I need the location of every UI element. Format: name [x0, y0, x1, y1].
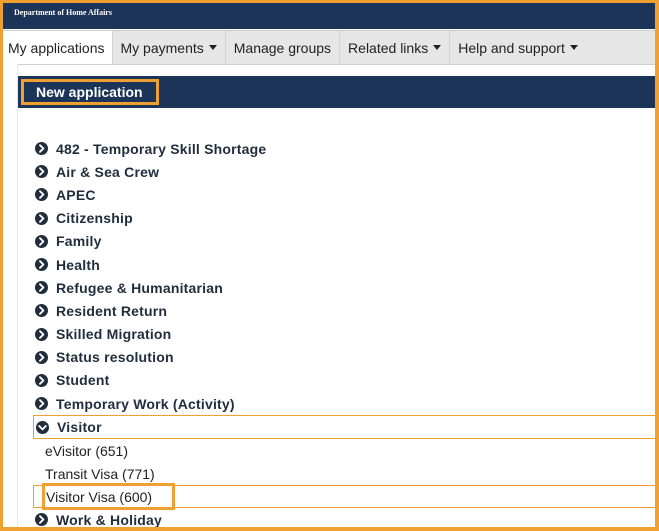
nav-manage-groups[interactable]: Manage groups [226, 31, 341, 64]
category-health[interactable]: Health [33, 253, 655, 276]
visitor-option-transit-visa-771[interactable]: Transit Visa (771) [33, 462, 655, 485]
left-gutter [3, 64, 18, 527]
chevron-right-circle-icon [35, 281, 48, 295]
application-category-list: 482 - Temporary Skill Shortage Air & Sea … [33, 137, 655, 528]
caret-down-icon [433, 45, 442, 50]
main-nav: My applications My payments Manage group… [3, 30, 655, 65]
chevron-right-circle-icon [35, 513, 48, 527]
chevron-down-circle-icon [36, 420, 49, 434]
chevron-right-circle-icon [35, 234, 48, 248]
chevron-right-circle-icon [35, 211, 48, 225]
category-status-resolution[interactable]: Status resolution [33, 346, 655, 369]
nav-label: My payments [120, 39, 204, 56]
caret-down-icon [569, 45, 578, 50]
category-label: Family [56, 233, 102, 250]
category-air-sea-crew[interactable]: Air & Sea Crew [33, 160, 655, 183]
category-label: Health [56, 256, 100, 273]
nav-my-applications[interactable]: My applications [3, 31, 113, 64]
nav-label: Related links [348, 39, 429, 56]
category-work-holiday[interactable]: Work & Holiday [33, 508, 655, 528]
category-label: Visitor [57, 419, 102, 436]
chevron-right-circle-icon [35, 397, 48, 411]
chevron-right-circle-icon [35, 304, 48, 318]
category-label: Status resolution [56, 349, 174, 366]
nav-related-links[interactable]: Related links [340, 31, 451, 64]
top-banner: Department of Home Affairs [3, 3, 655, 29]
visitor-option-evisitor-651[interactable]: eVisitor (651) [33, 439, 655, 462]
category-visitor[interactable]: Visitor [33, 415, 655, 440]
category-label: Citizenship [56, 210, 133, 227]
caret-down-icon [208, 45, 217, 50]
category-label: Resident Return [56, 302, 168, 319]
category-label: Air & Sea Crew [56, 163, 160, 180]
nav-help-and-support[interactable]: Help and support [450, 31, 586, 64]
nav-my-payments[interactable]: My payments [113, 31, 226, 64]
chevron-right-circle-icon [35, 188, 48, 202]
category-label: Skilled Migration [56, 326, 172, 343]
chevron-right-circle-icon [35, 142, 48, 156]
category-skilled-migration[interactable]: Skilled Migration [33, 323, 655, 346]
app-frame: Department of Home Affairs My applicatio… [0, 0, 659, 531]
chevron-right-circle-icon [35, 350, 48, 364]
category-label: Refugee & Humanitarian [56, 279, 223, 296]
chevron-right-circle-icon [35, 258, 48, 272]
new-application-button[interactable]: New application [21, 79, 159, 105]
category-label: Work & Holiday [56, 511, 163, 528]
chevron-right-circle-icon [35, 373, 48, 387]
chevron-right-circle-icon [35, 165, 48, 179]
category-label: APEC [56, 186, 96, 203]
visitor-option-visitor-visa-600[interactable]: Visitor Visa (600) [33, 485, 655, 509]
category-label: Student [56, 372, 110, 389]
category-label: 482 - Temporary Skill Shortage [56, 140, 267, 157]
category-apec[interactable]: APEC [33, 183, 655, 206]
category-resident-return[interactable]: Resident Return [33, 299, 655, 322]
category-482-temporary-skill-shortage[interactable]: 482 - Temporary Skill Shortage [33, 137, 655, 160]
nav-label: Help and support [458, 39, 565, 56]
category-student[interactable]: Student [33, 369, 655, 392]
nav-label: My applications [8, 39, 105, 56]
category-refugee-humanitarian[interactable]: Refugee & Humanitarian [33, 276, 655, 299]
chevron-right-circle-icon [35, 327, 48, 341]
nav-label: Manage groups [233, 39, 332, 56]
category-family[interactable]: Family [33, 230, 655, 253]
category-temporary-work-activity[interactable]: Temporary Work (Activity) [33, 392, 655, 415]
category-label: Temporary Work (Activity) [56, 395, 235, 412]
category-citizenship[interactable]: Citizenship [33, 207, 655, 230]
agency-name: Department of Home Affairs [14, 8, 112, 17]
